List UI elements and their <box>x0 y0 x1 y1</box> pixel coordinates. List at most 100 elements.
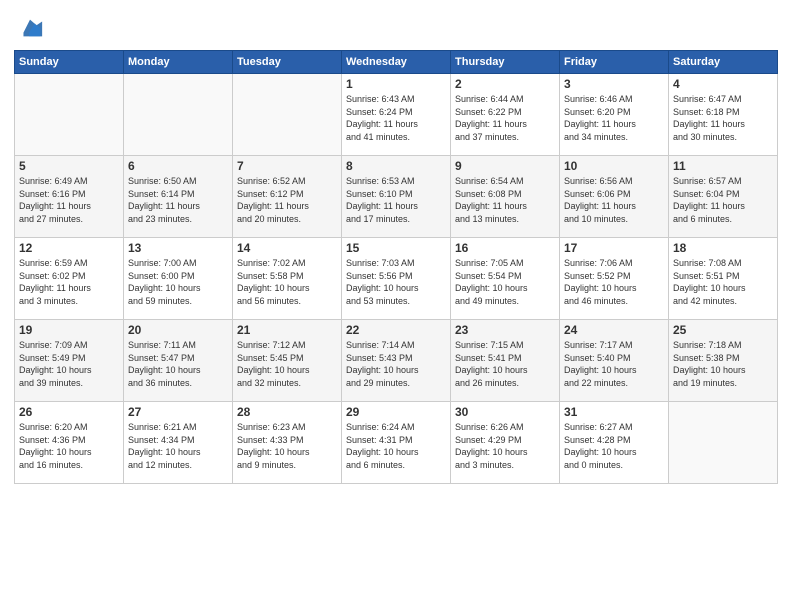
day-number: 19 <box>19 323 119 337</box>
logo <box>14 14 44 42</box>
calendar-cell: 2 Sunrise: 6:44 AM Sunset: 6:22 PM Daylig… <box>451 74 560 156</box>
day-number: 24 <box>564 323 664 337</box>
day-info: Sunrise: 6:23 AM Sunset: 4:33 PM Dayligh… <box>237 421 337 471</box>
day-number: 7 <box>237 159 337 173</box>
day-info: Sunrise: 6:54 AM Sunset: 6:08 PM Dayligh… <box>455 175 555 225</box>
day-number: 17 <box>564 241 664 255</box>
calendar-cell: 15 Sunrise: 7:03 AM Sunset: 5:56 PM Dayli… <box>342 238 451 320</box>
day-info: Sunrise: 7:18 AM Sunset: 5:38 PM Dayligh… <box>673 339 773 389</box>
calendar-cell: 24 Sunrise: 7:17 AM Sunset: 5:40 PM Dayli… <box>560 320 669 402</box>
day-number: 26 <box>19 405 119 419</box>
calendar-cell <box>15 74 124 156</box>
day-info: Sunrise: 6:49 AM Sunset: 6:16 PM Dayligh… <box>19 175 119 225</box>
calendar-cell: 31 Sunrise: 6:27 AM Sunset: 4:28 PM Dayli… <box>560 402 669 484</box>
day-info: Sunrise: 7:12 AM Sunset: 5:45 PM Dayligh… <box>237 339 337 389</box>
calendar-cell: 22 Sunrise: 7:14 AM Sunset: 5:43 PM Dayli… <box>342 320 451 402</box>
calendar-cell: 25 Sunrise: 7:18 AM Sunset: 5:38 PM Dayli… <box>669 320 778 402</box>
day-number: 20 <box>128 323 228 337</box>
day-info: Sunrise: 6:52 AM Sunset: 6:12 PM Dayligh… <box>237 175 337 225</box>
day-info: Sunrise: 7:17 AM Sunset: 5:40 PM Dayligh… <box>564 339 664 389</box>
col-header-sunday: Sunday <box>15 51 124 74</box>
day-number: 21 <box>237 323 337 337</box>
day-number: 12 <box>19 241 119 255</box>
header <box>14 10 778 42</box>
day-info: Sunrise: 6:43 AM Sunset: 6:24 PM Dayligh… <box>346 93 446 143</box>
day-number: 13 <box>128 241 228 255</box>
day-number: 1 <box>346 77 446 91</box>
day-info: Sunrise: 7:14 AM Sunset: 5:43 PM Dayligh… <box>346 339 446 389</box>
week-row-4: 19 Sunrise: 7:09 AM Sunset: 5:49 PM Dayli… <box>15 320 778 402</box>
day-info: Sunrise: 6:44 AM Sunset: 6:22 PM Dayligh… <box>455 93 555 143</box>
day-number: 5 <box>19 159 119 173</box>
day-number: 9 <box>455 159 555 173</box>
day-number: 31 <box>564 405 664 419</box>
calendar-cell: 21 Sunrise: 7:12 AM Sunset: 5:45 PM Dayli… <box>233 320 342 402</box>
calendar-cell: 14Sunrise: 7:02 AM Sunset: 5:58 PM Dayli… <box>233 238 342 320</box>
calendar-cell <box>124 74 233 156</box>
col-header-tuesday: Tuesday <box>233 51 342 74</box>
calendar-cell: 30 Sunrise: 6:26 AM Sunset: 4:29 PM Dayli… <box>451 402 560 484</box>
day-info: Sunrise: 6:46 AM Sunset: 6:20 PM Dayligh… <box>564 93 664 143</box>
day-number: 2 <box>455 77 555 91</box>
day-info: Sunrise: 7:06 AM Sunset: 5:52 PM Dayligh… <box>564 257 664 307</box>
day-info: Sunrise: 7:08 AM Sunset: 5:51 PM Dayligh… <box>673 257 773 307</box>
calendar-cell: 23 Sunrise: 7:15 AM Sunset: 5:41 PM Dayli… <box>451 320 560 402</box>
calendar-cell: 9 Sunrise: 6:54 AM Sunset: 6:08 PM Daylig… <box>451 156 560 238</box>
col-header-monday: Monday <box>124 51 233 74</box>
day-info: Sunrise: 6:59 AM Sunset: 6:02 PM Dayligh… <box>19 257 119 307</box>
day-number: 29 <box>346 405 446 419</box>
calendar-cell: 3 Sunrise: 6:46 AM Sunset: 6:20 PM Daylig… <box>560 74 669 156</box>
day-number: 11 <box>673 159 773 173</box>
day-info: Sunrise: 6:57 AM Sunset: 6:04 PM Dayligh… <box>673 175 773 225</box>
calendar-cell: 12 Sunrise: 6:59 AM Sunset: 6:02 PM Dayli… <box>15 238 124 320</box>
col-header-wednesday: Wednesday <box>342 51 451 74</box>
calendar-cell: 26 Sunrise: 6:20 AM Sunset: 4:36 PM Dayli… <box>15 402 124 484</box>
col-header-friday: Friday <box>560 51 669 74</box>
calendar-cell: 20 Sunrise: 7:11 AM Sunset: 5:47 PM Dayli… <box>124 320 233 402</box>
day-info: Sunrise: 7:00 AM Sunset: 6:00 PM Dayligh… <box>128 257 228 307</box>
day-info: Sunrise: 7:03 AM Sunset: 5:56 PM Dayligh… <box>346 257 446 307</box>
day-number: 30 <box>455 405 555 419</box>
day-info: Sunrise: 7:11 AM Sunset: 5:47 PM Dayligh… <box>128 339 228 389</box>
day-info: Sunrise: 7:15 AM Sunset: 5:41 PM Dayligh… <box>455 339 555 389</box>
day-info: Sunrise: 6:56 AM Sunset: 6:06 PM Dayligh… <box>564 175 664 225</box>
calendar-cell: 19 Sunrise: 7:09 AM Sunset: 5:49 PM Dayli… <box>15 320 124 402</box>
calendar-cell <box>669 402 778 484</box>
day-number: 22 <box>346 323 446 337</box>
day-number: 25 <box>673 323 773 337</box>
day-number: 14 <box>237 241 337 255</box>
calendar-cell: 8Sunrise: 6:53 AM Sunset: 6:10 PM Daylig… <box>342 156 451 238</box>
calendar-cell: 10 Sunrise: 6:56 AM Sunset: 6:06 PM Dayli… <box>560 156 669 238</box>
day-info: Sunrise: 6:50 AM Sunset: 6:14 PM Dayligh… <box>128 175 228 225</box>
col-header-thursday: Thursday <box>451 51 560 74</box>
day-info: Sunrise: 6:53 AM Sunset: 6:10 PM Dayligh… <box>346 175 446 225</box>
calendar-cell: 1 Sunrise: 6:43 AM Sunset: 6:24 PM Daylig… <box>342 74 451 156</box>
day-number: 10 <box>564 159 664 173</box>
week-row-3: 12 Sunrise: 6:59 AM Sunset: 6:02 PM Dayli… <box>15 238 778 320</box>
day-number: 16 <box>455 241 555 255</box>
week-row-2: 5 Sunrise: 6:49 AM Sunset: 6:16 PM Daylig… <box>15 156 778 238</box>
calendar-cell: 16 Sunrise: 7:05 AM Sunset: 5:54 PM Dayli… <box>451 238 560 320</box>
day-number: 4 <box>673 77 773 91</box>
calendar-cell: 29Sunrise: 6:24 AM Sunset: 4:31 PM Dayli… <box>342 402 451 484</box>
calendar-cell: 6 Sunrise: 6:50 AM Sunset: 6:14 PM Daylig… <box>124 156 233 238</box>
day-number: 28 <box>237 405 337 419</box>
day-info: Sunrise: 6:21 AM Sunset: 4:34 PM Dayligh… <box>128 421 228 471</box>
day-number: 15 <box>346 241 446 255</box>
day-number: 6 <box>128 159 228 173</box>
week-row-5: 26 Sunrise: 6:20 AM Sunset: 4:36 PM Dayli… <box>15 402 778 484</box>
day-number: 23 <box>455 323 555 337</box>
calendar-cell: 13 Sunrise: 7:00 AM Sunset: 6:00 PM Dayli… <box>124 238 233 320</box>
calendar-table: SundayMondayTuesdayWednesdayThursdayFrid… <box>14 50 778 484</box>
calendar-cell: 11 Sunrise: 6:57 AM Sunset: 6:04 PM Dayli… <box>669 156 778 238</box>
week-row-1: 1 Sunrise: 6:43 AM Sunset: 6:24 PM Daylig… <box>15 74 778 156</box>
day-info: Sunrise: 7:05 AM Sunset: 5:54 PM Dayligh… <box>455 257 555 307</box>
day-info: Sunrise: 6:20 AM Sunset: 4:36 PM Dayligh… <box>19 421 119 471</box>
calendar-cell <box>233 74 342 156</box>
calendar-cell: 28 Sunrise: 6:23 AM Sunset: 4:33 PM Dayli… <box>233 402 342 484</box>
day-number: 3 <box>564 77 664 91</box>
day-number: 27 <box>128 405 228 419</box>
day-info: Sunrise: 7:09 AM Sunset: 5:49 PM Dayligh… <box>19 339 119 389</box>
day-info: Sunrise: 6:26 AM Sunset: 4:29 PM Dayligh… <box>455 421 555 471</box>
day-info: Sunrise: 6:27 AM Sunset: 4:28 PM Dayligh… <box>564 421 664 471</box>
